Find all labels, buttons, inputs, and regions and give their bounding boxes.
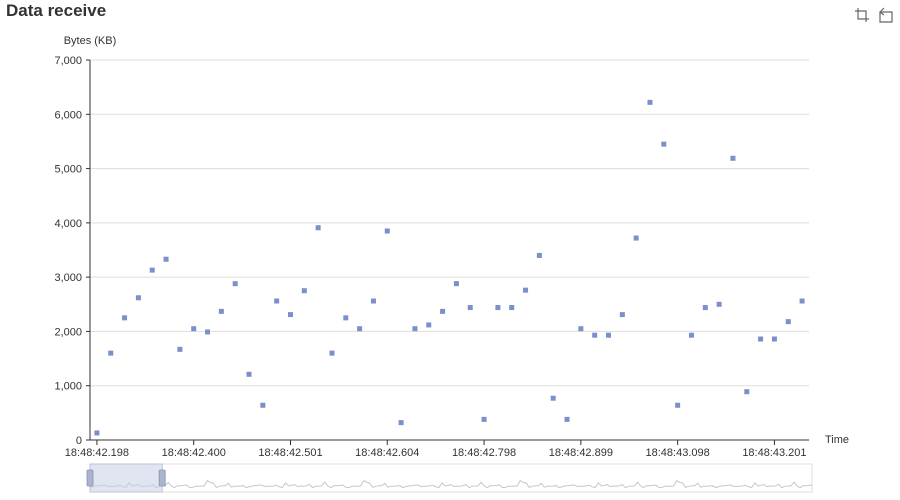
data-point: [343, 315, 349, 321]
data-point: [647, 99, 653, 105]
x-tick-label: 18:48:42.899: [549, 447, 613, 459]
data-point: [357, 326, 363, 332]
data-point: [163, 256, 169, 262]
y-tick-label: 5,000: [54, 164, 82, 176]
x-tick-label: 18:48:42.604: [355, 447, 419, 459]
data-point: [619, 312, 625, 318]
data-point: [301, 288, 307, 294]
data-point: [481, 416, 487, 422]
data-point: [771, 336, 777, 342]
scatter-chart: 0 1,000 2,000 3,000 4,000 5,000 6,000 7,000 18:4…: [54, 35, 849, 493]
data-point: [453, 281, 459, 287]
data-point: [287, 312, 293, 318]
x-tick-label: 18:48:43.098: [646, 447, 710, 459]
grid-lines: [90, 59, 809, 387]
y-tick-label: 0: [76, 435, 82, 447]
data-point: [523, 287, 529, 293]
data-point: [716, 301, 722, 307]
data-point: [94, 430, 100, 436]
data-zoom-slider[interactable]: [86, 463, 813, 493]
data-point: [578, 326, 584, 332]
data-point: [384, 228, 390, 234]
data-point: [329, 350, 335, 356]
data-point: [509, 305, 515, 311]
data-point: [758, 336, 764, 342]
data-point: [467, 305, 473, 311]
data-point: [315, 225, 321, 231]
data-point: [592, 332, 598, 338]
data-point: [246, 371, 252, 377]
data-point: [606, 332, 612, 338]
data-point: [135, 295, 141, 301]
data-point: [550, 395, 556, 401]
data-points: [94, 99, 805, 436]
y-tick-label: 6,000: [54, 109, 82, 121]
data-point: [730, 155, 736, 161]
data-point: [661, 141, 667, 147]
y-tick-label: 2,000: [54, 326, 82, 338]
y-tick-label: 3,000: [54, 272, 82, 284]
x-tick-label: 18:48:42.798: [452, 447, 516, 459]
x-tick-label: 18:48:42.501: [258, 447, 322, 459]
data-point: [440, 308, 446, 314]
data-point: [702, 305, 708, 311]
y-tick-label: 4,000: [54, 218, 82, 230]
data-point: [799, 298, 805, 304]
data-point: [495, 305, 501, 311]
data-point: [191, 326, 197, 332]
data-point: [688, 332, 694, 338]
data-point: [149, 267, 155, 273]
data-point: [260, 402, 266, 408]
x-tick-label: 18:48:42.400: [162, 447, 226, 459]
data-point: [744, 389, 750, 395]
y-tick-label: 7,000: [54, 55, 82, 67]
zoom-track: [89, 463, 813, 493]
data-point: [536, 252, 542, 258]
y-tick-label: 1,000: [54, 381, 82, 393]
data-point: [218, 308, 224, 314]
data-point: [785, 319, 791, 325]
zoom-window[interactable]: [89, 463, 163, 493]
data-point: [426, 322, 432, 328]
zoom-end-handle[interactable]: [158, 469, 166, 487]
data-point: [274, 298, 280, 304]
x-axis-title: Time: [825, 434, 849, 446]
data-point: [398, 420, 404, 426]
data-point: [564, 416, 570, 422]
x-tick-label: 18:48:43.201: [742, 447, 806, 459]
data-point: [412, 326, 418, 332]
data-point: [232, 281, 238, 287]
x-tick-label: 18:48:42.198: [65, 447, 129, 459]
data-point: [370, 298, 376, 304]
zoom-start-handle[interactable]: [86, 469, 94, 487]
data-point: [633, 235, 639, 241]
data-point: [675, 402, 681, 408]
data-point: [122, 315, 128, 321]
data-point: [108, 350, 114, 356]
data-point: [177, 346, 183, 352]
data-point: [205, 329, 211, 335]
y-axis-title: Bytes (KB): [64, 35, 117, 47]
